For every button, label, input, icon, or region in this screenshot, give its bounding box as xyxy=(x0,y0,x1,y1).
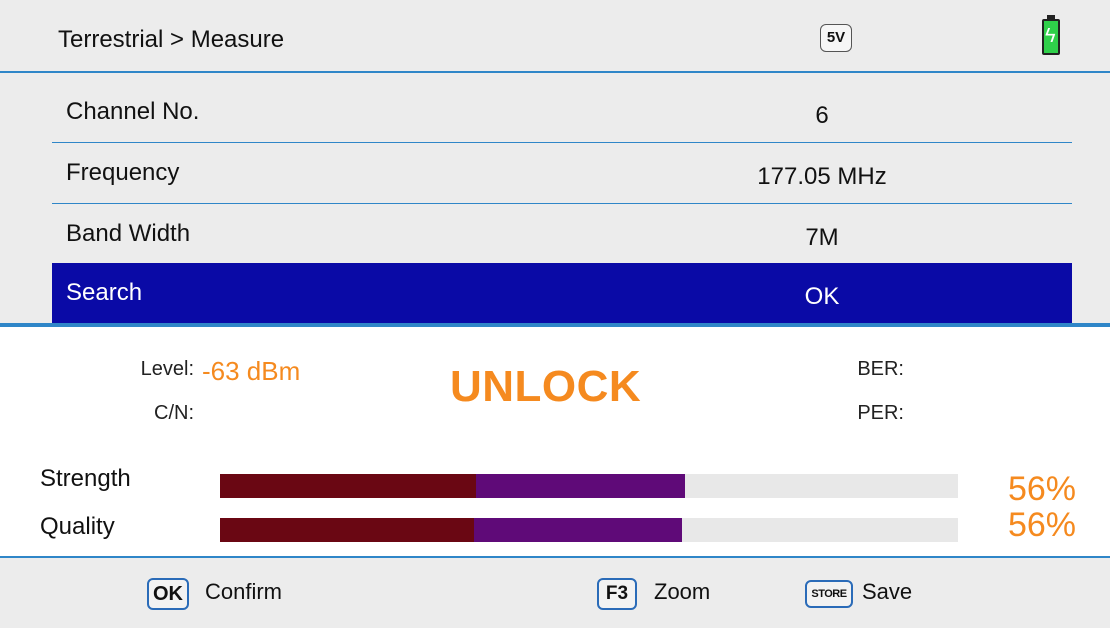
menu-row-search[interactable]: Search OK xyxy=(52,263,1072,323)
store-key-icon[interactable]: STORE xyxy=(805,580,853,608)
quality-bar-fill-dark xyxy=(220,518,475,542)
frequency-label: Frequency xyxy=(66,159,180,186)
f3-key-icon[interactable]: F3 xyxy=(597,578,637,610)
battery-charging-icon: ϟ xyxy=(1042,15,1060,55)
menu-row-channel[interactable]: Channel No. 6 xyxy=(52,82,1072,143)
strength-bar-fill-dark xyxy=(220,474,476,498)
strength-bar-fill-purple xyxy=(475,474,685,498)
save-label: Save xyxy=(862,579,913,604)
voltage-badge: 5V xyxy=(820,24,852,52)
strength-percent: 56% xyxy=(1007,470,1076,508)
quality-label: Quality xyxy=(40,513,115,540)
level-label: Level: xyxy=(140,358,194,380)
channel-label: Channel No. xyxy=(66,98,200,125)
page-title: Terrestrial > Measure xyxy=(58,26,285,53)
strength-label: Strength xyxy=(40,465,131,492)
search-value: OK xyxy=(804,283,840,310)
channel-value: 6 xyxy=(815,102,829,129)
ber-label: BER: xyxy=(857,358,904,380)
per-label: PER: xyxy=(857,402,904,424)
bandwidth-label: Band Width xyxy=(66,220,191,247)
zoom-label: Zoom xyxy=(654,579,711,604)
lock-status: UNLOCK xyxy=(450,362,642,411)
search-label: Search xyxy=(66,279,143,306)
frequency-value: 177.05 MHz xyxy=(757,163,887,190)
bandwidth-value: 7M xyxy=(805,224,839,251)
quality-percent: 56% xyxy=(1007,506,1076,544)
confirm-label: Confirm xyxy=(205,579,283,604)
quality-bar-fill-purple xyxy=(474,518,682,542)
level-value: -63 dBm xyxy=(202,356,301,386)
cn-label: C/N: xyxy=(154,402,194,424)
strength-bar xyxy=(220,474,958,498)
quality-bar xyxy=(220,518,958,542)
menu-row-bandwidth[interactable]: Band Width 7M xyxy=(52,204,1072,264)
ok-key-icon[interactable]: OK xyxy=(147,578,189,610)
menu-row-frequency[interactable]: Frequency 177.05 MHz xyxy=(52,143,1072,204)
